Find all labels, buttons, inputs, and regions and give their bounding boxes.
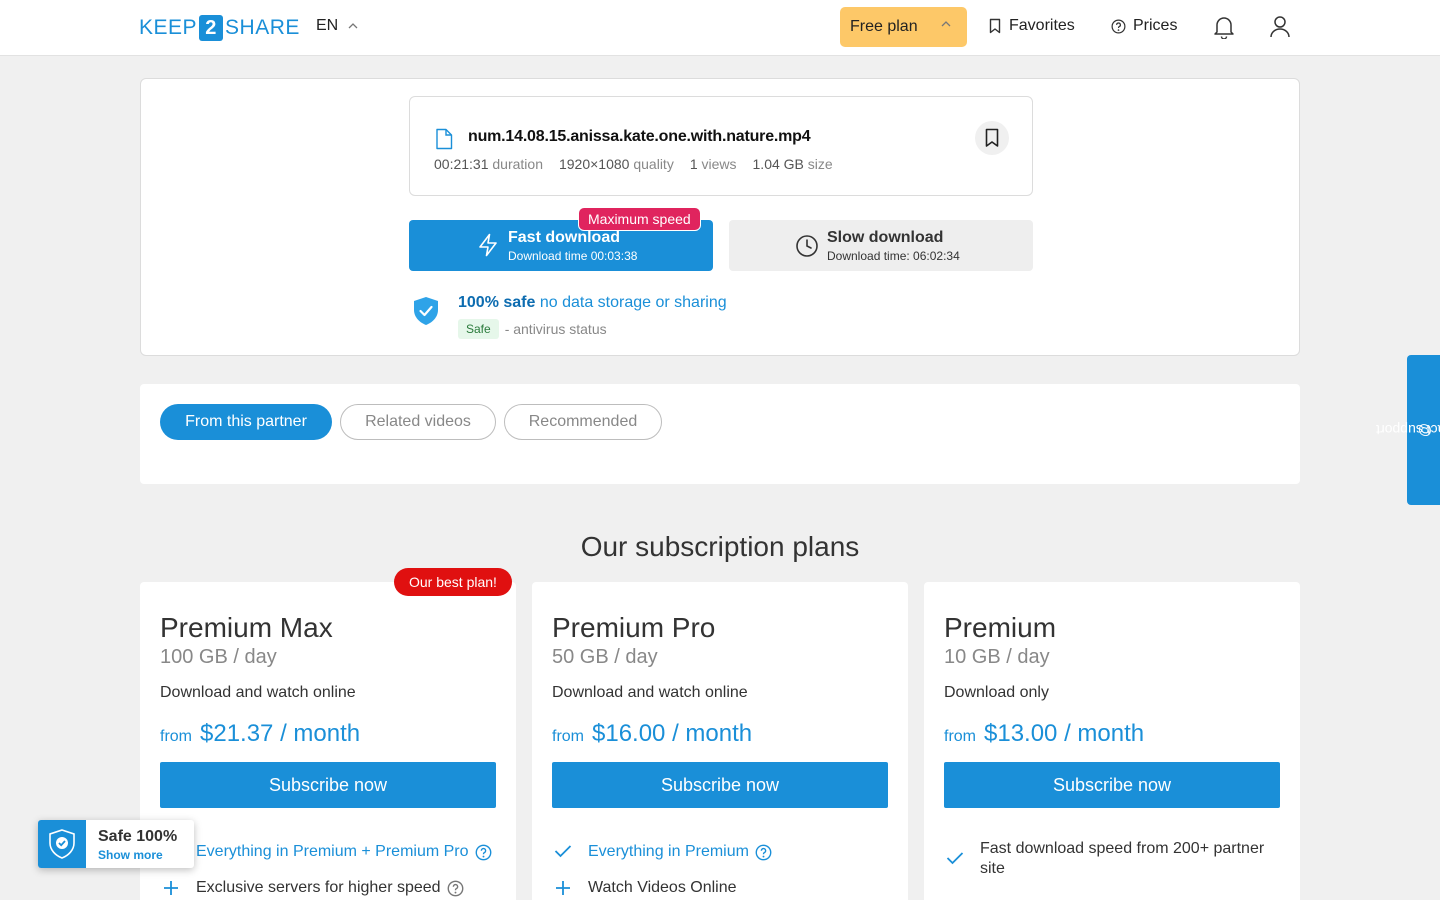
show-more-link[interactable]: Show more bbox=[98, 848, 163, 862]
slow-download-title: Slow download bbox=[827, 229, 944, 246]
plan-feature: Fast download speed from 200+ partner si… bbox=[944, 839, 1274, 879]
plan-description: Download and watch online bbox=[552, 684, 748, 701]
file-duration: 00:21:31 duration bbox=[434, 156, 543, 172]
plan-price: from $13.00 / month bbox=[944, 720, 1145, 747]
subscribe-button[interactable]: Subscribe now bbox=[160, 762, 496, 808]
file-size: 1.04 GB size bbox=[752, 156, 833, 172]
plan-label: Free plan bbox=[850, 18, 918, 35]
shield-check-icon bbox=[414, 297, 438, 325]
chevron-up-icon bbox=[941, 21, 951, 27]
bell-icon bbox=[1214, 17, 1234, 39]
prices-label: Prices bbox=[1133, 17, 1178, 34]
plan-name: Premium Pro bbox=[552, 612, 716, 643]
tab-recommended[interactable]: Recommended bbox=[504, 404, 662, 440]
plan-card-premium-pro: Premium Pro 50 GB / day Download and wat… bbox=[532, 582, 908, 900]
shield-check-icon bbox=[49, 829, 75, 859]
file-info-card: num.14.08.15.anissa.kate.one.with.nature… bbox=[409, 96, 1033, 196]
plan-feature: Everything in Premium bbox=[552, 842, 888, 862]
safe-widget-title: Safe 100% bbox=[98, 828, 178, 845]
tab-related-videos[interactable]: Related videos bbox=[340, 404, 496, 440]
file-name: num.14.08.15.anissa.kate.one.with.nature… bbox=[468, 128, 811, 145]
logo[interactable]: KEEP 2 SHARE bbox=[139, 14, 300, 42]
favorites-label: Favorites bbox=[1009, 17, 1075, 34]
plus-icon bbox=[556, 881, 570, 895]
slow-download-button[interactable]: Slow download Download time: 06:02:34 bbox=[729, 220, 1033, 271]
add-favorite-button[interactable] bbox=[975, 121, 1009, 155]
file-panel: num.14.08.15.anissa.kate.one.with.nature… bbox=[140, 78, 1300, 356]
safe-widget-shield bbox=[38, 820, 86, 868]
plan-feature: Exclusive servers for higher speed bbox=[160, 878, 496, 898]
check-icon bbox=[554, 845, 572, 858]
antivirus-status: Safe - antivirus status bbox=[458, 319, 607, 339]
plan-price: from $21.37 / month bbox=[160, 720, 361, 747]
bookmark-icon bbox=[989, 18, 1001, 34]
plans-title: Our subscription plans bbox=[580, 531, 860, 562]
plan-description: Download and watch online bbox=[160, 684, 356, 701]
safe-tag: Safe bbox=[458, 319, 499, 339]
plan-quota: 50 GB / day bbox=[552, 646, 658, 668]
related-tabs-panel: From this partner Related videos Recomme… bbox=[140, 384, 1300, 484]
bookmark-icon bbox=[985, 128, 999, 147]
file-icon bbox=[436, 128, 453, 150]
plan-price: from $16.00 / month bbox=[552, 720, 753, 747]
favorites-link[interactable]: Favorites bbox=[988, 17, 1075, 35]
logo-text-left: KEEP bbox=[139, 16, 198, 39]
file-quality: 1920×1080 quality bbox=[558, 156, 674, 172]
contact-support-label: @ contact support bbox=[1375, 422, 1440, 438]
language-label: EN bbox=[316, 17, 339, 34]
plan-description: Download only bbox=[944, 684, 1049, 701]
file-views: 1 views bbox=[689, 156, 737, 172]
top-header: KEEP 2 SHARE EN Free plan Favorites Prices bbox=[0, 0, 1440, 56]
help-circle-icon[interactable] bbox=[475, 844, 492, 861]
language-selector[interactable]: EN bbox=[316, 17, 358, 35]
account-button[interactable] bbox=[1269, 15, 1291, 39]
subscribe-button[interactable]: Subscribe now bbox=[552, 762, 888, 808]
plan-card-premium-max: Premium Max 100 GB / day Download and wa… bbox=[140, 582, 516, 900]
chevron-up-icon bbox=[348, 23, 358, 29]
plan-card-premium: Premium 10 GB / day Download only from $1… bbox=[924, 582, 1300, 900]
plan-dropdown[interactable]: Free plan bbox=[840, 7, 967, 47]
logo-text-right: SHARE bbox=[225, 16, 300, 39]
best-plan-badge: Our best plan! bbox=[394, 568, 512, 596]
max-speed-badge: Maximum speed bbox=[578, 207, 701, 231]
lightning-icon bbox=[479, 233, 497, 257]
clock-icon bbox=[796, 235, 818, 257]
slow-download-time: Download time: 06:02:34 bbox=[827, 249, 960, 263]
notifications-button[interactable] bbox=[1213, 15, 1235, 39]
prices-link[interactable]: Prices bbox=[1111, 17, 1177, 35]
check-icon bbox=[946, 852, 964, 865]
plan-name: Premium bbox=[944, 612, 1057, 643]
help-circle-icon bbox=[1111, 19, 1126, 33]
contact-support-button[interactable]: @ contact support bbox=[1375, 355, 1440, 505]
plan-name: Premium Max bbox=[160, 612, 333, 643]
safe-widget[interactable]: Safe 100% Show more bbox=[38, 820, 194, 868]
logo-number: 2 bbox=[199, 15, 224, 41]
safety-statement: 100% safe no data storage or sharing bbox=[458, 294, 727, 311]
tab-from-this-partner[interactable]: From this partner bbox=[160, 404, 332, 440]
plan-quota: 100 GB / day bbox=[160, 646, 277, 668]
plan-quota: 10 GB / day bbox=[944, 646, 1050, 668]
file-meta: 00:21:31 duration 1920×1080 quality 1 vi… bbox=[434, 156, 833, 172]
user-icon bbox=[1270, 16, 1290, 38]
subscribe-button[interactable]: Subscribe now bbox=[944, 762, 1280, 808]
plan-feature: Watch Videos Online bbox=[552, 878, 888, 898]
help-circle-icon[interactable] bbox=[755, 844, 772, 861]
plus-icon bbox=[164, 881, 178, 895]
plan-feature: Everything in Premium + Premium Pro bbox=[160, 842, 496, 862]
help-circle-icon[interactable] bbox=[447, 880, 464, 897]
fast-download-time: Download time 00:03:38 bbox=[508, 249, 638, 263]
antivirus-status-text: - antivirus status bbox=[504, 321, 607, 337]
fast-download-title: Fast download bbox=[508, 229, 620, 246]
